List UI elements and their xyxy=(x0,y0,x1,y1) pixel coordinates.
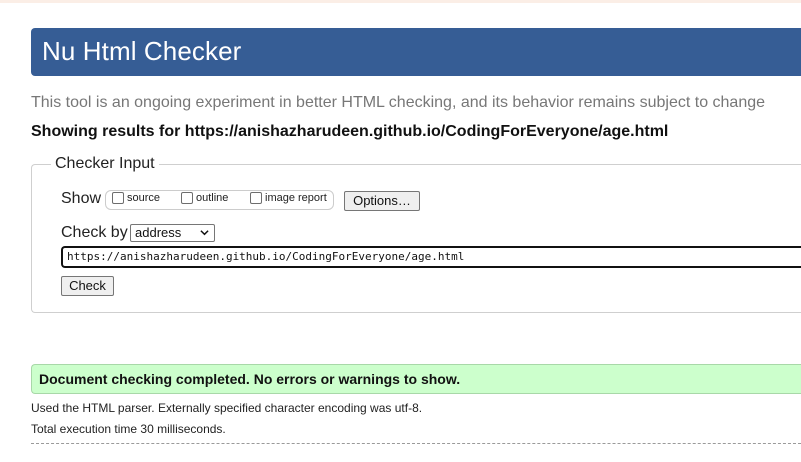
success-message: Document checking completed. No errors o… xyxy=(39,371,461,387)
source-label: source xyxy=(127,192,161,204)
show-source-option[interactable]: source xyxy=(112,192,160,204)
execution-time: Total execution time 30 milliseconds. xyxy=(31,422,226,436)
show-label: Show xyxy=(61,190,102,207)
show-options-group: source outline image report xyxy=(105,190,334,210)
showing-results-heading: Showing results for https://anishazharud… xyxy=(31,123,669,140)
top-edge-strip xyxy=(0,0,801,3)
check-by-label: Check by xyxy=(61,224,128,241)
outline-label: outline xyxy=(196,192,229,204)
check-by-value: address xyxy=(135,225,182,240)
chevron-down-icon xyxy=(200,230,209,236)
parser-info: Used the HTML parser. Externally specifi… xyxy=(31,401,423,415)
separator xyxy=(31,443,801,444)
checker-input-legend: Checker Input xyxy=(55,155,155,172)
show-image-report-option[interactable]: image report xyxy=(250,192,327,204)
url-input[interactable]: https://anishazharudeen.github.io/Coding… xyxy=(61,246,801,268)
source-checkbox[interactable] xyxy=(112,192,124,204)
header-banner: Nu Html Checker xyxy=(31,28,801,76)
image-report-checkbox[interactable] xyxy=(250,192,262,204)
image-report-label: image report xyxy=(265,192,327,204)
outline-checkbox[interactable] xyxy=(181,192,193,204)
show-outline-option[interactable]: outline xyxy=(181,192,228,204)
tagline: This tool is an ongoing experiment in be… xyxy=(31,94,766,111)
options-button[interactable]: Options… xyxy=(344,191,420,211)
check-button[interactable]: Check xyxy=(61,276,114,296)
page-title: Nu Html Checker xyxy=(42,36,242,66)
success-message-box: Document checking completed. No errors o… xyxy=(31,364,801,394)
check-by-select[interactable]: address xyxy=(130,224,215,242)
